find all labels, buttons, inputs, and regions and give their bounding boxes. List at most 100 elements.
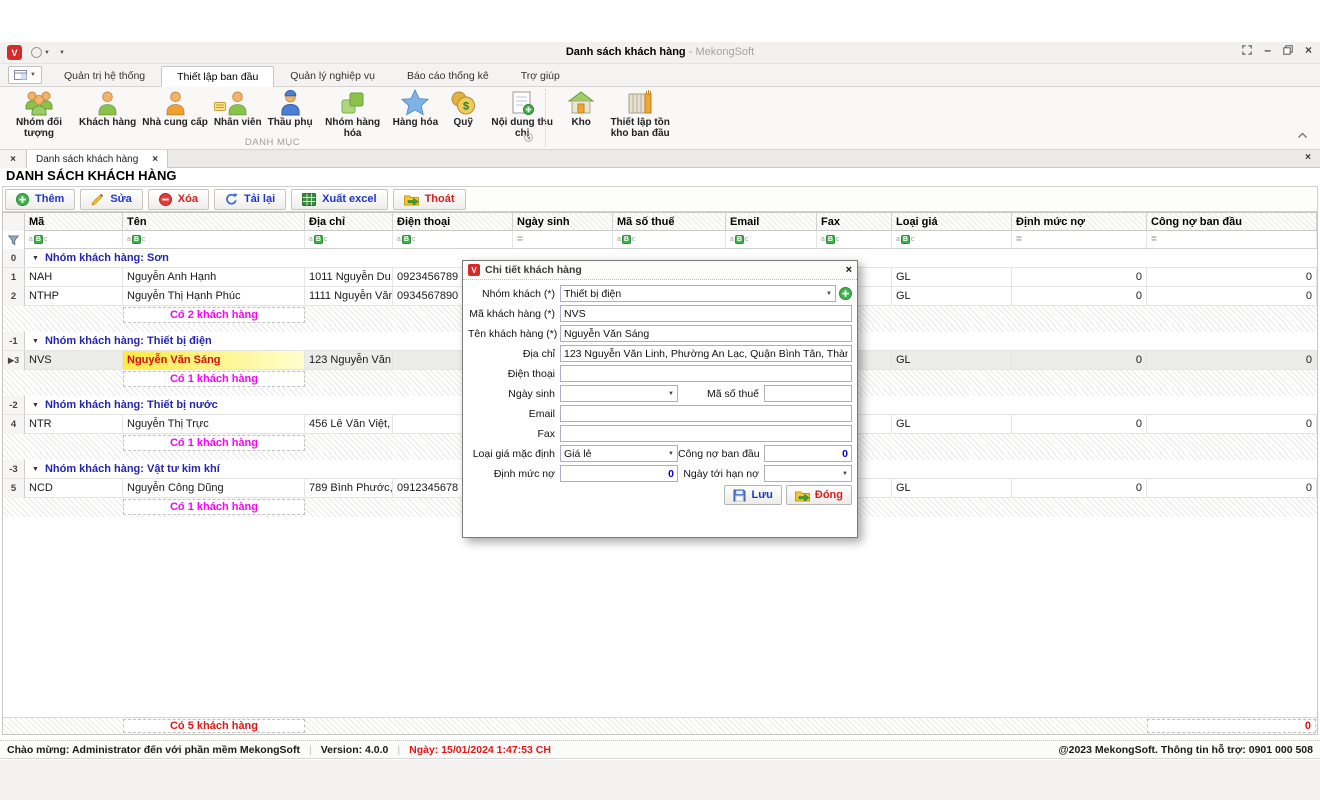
ngay-toi-han-no-combo[interactable]: ▼ (764, 465, 852, 482)
cell-dinhmucno[interactable]: 0 (1012, 268, 1147, 287)
filter-cell-email[interactable]: aBc (726, 231, 817, 249)
ten-khach-hang-field[interactable] (560, 325, 852, 342)
filter-cell-ngaysinh[interactable]: = (513, 231, 613, 249)
ribbon-item-kho[interactable]: Kho (559, 88, 603, 129)
cong-no-ban-dau-field[interactable] (764, 445, 852, 462)
chevron-down-icon[interactable]: ▼ (842, 471, 848, 477)
cell-ten[interactable]: Nguyễn Anh Hạnh (123, 268, 305, 287)
cell-loaigia[interactable]: GL (892, 351, 1012, 370)
cell-loaigia[interactable]: GL (892, 415, 1012, 434)
luu-button[interactable]: Lưu (724, 485, 781, 505)
column-header-ngaysinh[interactable]: Ngày sinh (513, 213, 613, 231)
close-button[interactable]: × (1305, 45, 1312, 55)
collapse-triangle-icon[interactable]: ▼ (32, 338, 39, 345)
them-button[interactable]: Thêm (5, 189, 75, 210)
column-header-ma[interactable]: Mã (25, 213, 123, 231)
column-header-congno[interactable]: Công nợ ban đầu (1147, 213, 1317, 231)
ribbon-item-nha-cung-cap[interactable]: Nhà cung cấp (139, 88, 211, 129)
xuat-excel-button[interactable]: Xuất excel (291, 189, 387, 210)
collapse-triangle-icon[interactable]: ▼ (32, 402, 39, 409)
cell-dinhmucno[interactable]: 0 (1012, 287, 1147, 306)
column-header-ten[interactable]: Tên (123, 213, 305, 231)
collapse-triangle-icon[interactable]: ▼ (32, 466, 39, 473)
cell-loaigia[interactable]: GL (892, 268, 1012, 287)
tab-close-icon[interactable]: × (152, 154, 158, 165)
cell-congno[interactable]: 0 (1147, 268, 1317, 287)
ribbon-tab-quan-tri-he-thong[interactable]: Quản trị hệ thống (48, 65, 161, 86)
tabstrip-close-button[interactable]: × (1305, 152, 1311, 163)
cell-dinhmucno[interactable]: 0 (1012, 415, 1147, 434)
cell-ten[interactable]: Nguyễn Văn Sáng (123, 351, 305, 370)
column-header-dinhmucno[interactable]: Định mức nợ (1012, 213, 1147, 231)
collapse-triangle-icon[interactable]: ▼ (32, 255, 39, 262)
column-header-masothue[interactable]: Mã số thuế (613, 213, 726, 231)
filter-cell-dinhmucno[interactable]: = (1012, 231, 1147, 249)
cell-ma[interactable]: NCD (25, 479, 123, 498)
filter-cell-congno[interactable]: = (1147, 231, 1317, 249)
fax-field[interactable] (560, 425, 852, 442)
dialog-close-icon[interactable]: × (846, 264, 852, 276)
column-header-loaigia[interactable]: Loại giá (892, 213, 1012, 231)
nhom-khach-combo[interactable]: Thiết bị điện▼ (560, 285, 836, 302)
ribbon-tab-bao-cao-thong-ke[interactable]: Báo cáo thống kê (391, 65, 505, 86)
cell-ma[interactable]: NVS (25, 351, 123, 370)
ribbon-item-noi-dung-thu-chi[interactable]: Nội dung thu chi (485, 88, 559, 139)
ngay-sinh-combo[interactable]: ▼ (560, 385, 678, 402)
ribbon-item-thiet-lap-ton-kho-ban-dau[interactable]: Thiết lập tồn kho ban đầu (603, 88, 677, 139)
ribbon-collapse-button[interactable] (1297, 126, 1308, 144)
cell-ten[interactable]: Nguyễn Công Dũng (123, 479, 305, 498)
cell-diachi[interactable]: 789 Bình Phước, ... (305, 479, 393, 498)
tai-lai-button[interactable]: Tải lại (214, 189, 286, 210)
filter-cell-diachi[interactable]: aBc (305, 231, 393, 249)
add-group-button[interactable] (839, 287, 852, 300)
cell-loaigia[interactable]: GL (892, 479, 1012, 498)
ribbon-tab-quan-ly-nghiep-vu[interactable]: Quản lý nghiệp vụ (274, 65, 391, 86)
cell-diachi[interactable]: 123 Nguyễn Văn ... (305, 351, 393, 370)
ma-so-thue-field[interactable] (764, 385, 852, 402)
group-dialog-launcher-icon[interactable] (524, 129, 533, 147)
ribbon-item-quy[interactable]: $Quỹ (441, 88, 485, 129)
ma-khach-hang-field[interactable] (560, 305, 852, 322)
column-header-email[interactable]: Email (726, 213, 817, 231)
ribbon-tab-tro-giup[interactable]: Trợ giúp (505, 65, 576, 86)
filter-cell-fax[interactable]: aBc (817, 231, 892, 249)
dia-chi-field[interactable] (560, 345, 852, 362)
cell-diachi[interactable]: 1011 Nguyễn Du... (305, 268, 393, 287)
chevron-down-icon[interactable]: ▼ (668, 451, 674, 457)
cell-congno[interactable]: 0 (1147, 415, 1317, 434)
email-field[interactable] (560, 405, 852, 422)
ribbon-item-nhom-hang-hoa[interactable]: Nhóm hàng hóa (316, 88, 390, 139)
ribbon-item-hang-hoa[interactable]: Hàng hóa (390, 88, 442, 129)
cell-diachi[interactable]: 456 Lê Văn Việt, P... (305, 415, 393, 434)
fullscreen-button[interactable] (1242, 45, 1252, 55)
cell-dinhmucno[interactable]: 0 (1012, 351, 1147, 370)
cell-ma[interactable]: NAH (25, 268, 123, 287)
cell-ma[interactable]: NTHP (25, 287, 123, 306)
dien-thoai-field[interactable] (560, 365, 852, 382)
filter-cell-masothue[interactable]: aBc (613, 231, 726, 249)
filter-cell-ma[interactable]: aBc (25, 231, 123, 249)
ribbon-item-nhom-doi-tuong[interactable]: Nhóm đối tượng (2, 88, 76, 139)
column-header-diachi[interactable]: Địa chỉ (305, 213, 393, 231)
minimize-button[interactable]: – (1264, 45, 1271, 55)
chevron-down-icon[interactable]: ▼ (826, 291, 832, 297)
column-header-fax[interactable]: Fax (817, 213, 892, 231)
chevron-down-icon[interactable]: ▼ (668, 391, 674, 397)
column-header-dienthoai[interactable]: Điện thoại (393, 213, 513, 231)
close-all-tabs-button[interactable]: × (0, 150, 27, 168)
dong-button[interactable]: Đóng (786, 485, 852, 505)
xoa-button[interactable]: Xóa (148, 189, 209, 210)
cell-diachi[interactable]: 1111 Nguyễn Văn... (305, 287, 393, 306)
ribbon-item-khach-hang[interactable]: Khách hàng (76, 88, 139, 129)
cell-congno[interactable]: 0 (1147, 479, 1317, 498)
filter-cell-dienthoai[interactable]: aBc (393, 231, 513, 249)
ribbon-item-nhan-vien[interactable]: Nhân viên (211, 88, 265, 129)
cell-dinhmucno[interactable]: 0 (1012, 479, 1147, 498)
cell-loaigia[interactable]: GL (892, 287, 1012, 306)
sua-button[interactable]: Sửa (80, 189, 142, 210)
dinh-muc-no-field[interactable] (560, 465, 678, 482)
ribbon-item-thau-phu[interactable]: Thầu phụ (265, 88, 316, 129)
cell-ten[interactable]: Nguyễn Thị Trực (123, 415, 305, 434)
tab-danh-sach-khach-hang[interactable]: Danh sách khách hàng × (27, 150, 168, 168)
cell-congno[interactable]: 0 (1147, 287, 1317, 306)
